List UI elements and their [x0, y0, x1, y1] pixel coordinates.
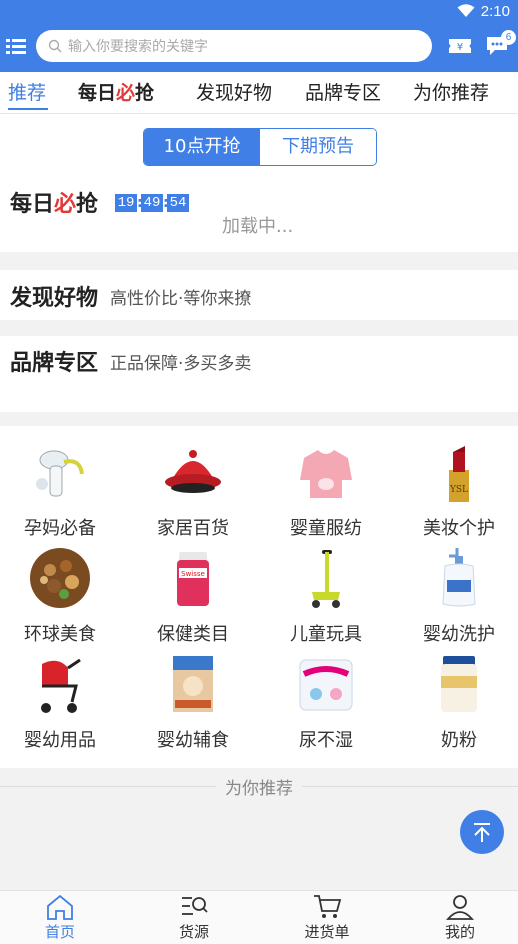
tab-brand[interactable]: 品牌专区 — [305, 78, 381, 105]
top-tabs: 推荐 每日必抢 发现好物 品牌专区 为你推荐 — [0, 72, 518, 114]
tab-daily-deals[interactable]: 每日必抢 — [78, 78, 154, 105]
toggle-preview-button[interactable]: 下期预告 — [260, 129, 376, 165]
active-tab-indicator — [8, 108, 48, 110]
tagine-pot-icon — [165, 450, 221, 493]
status-bar: 2:10 — [457, 0, 518, 22]
category-item[interactable]: 婴幼辅食 — [133, 642, 253, 751]
discover-section[interactable]: 发现好物 高性价比·等你来撩 — [0, 270, 518, 320]
category-grid: 孕妈必备 家居百货 婴童服纺 YSL 美妆个护 环球美食 Swisse 保健类目… — [0, 426, 518, 768]
category-item[interactable]: 婴幼用品 — [0, 642, 120, 751]
countdown-timer: 19 : 49 : 54 — [115, 194, 189, 212]
status-time: 2:10 — [480, 2, 510, 20]
back-to-top-button[interactable] — [460, 810, 504, 854]
search-icon — [48, 39, 62, 53]
category-item[interactable]: 尿不湿 — [266, 642, 386, 751]
coupon-icon[interactable]: ¥ — [448, 37, 472, 55]
nav-profile-label: 我的 — [444, 923, 475, 941]
tab-for-you[interactable]: 为你推荐 — [413, 78, 489, 105]
search-input[interactable]: 输入你要搜索的关键字 — [36, 30, 432, 62]
category-item[interactable]: YSL 美妆个护 — [399, 430, 518, 539]
daily-deals-section: 10点开抢 下期预告 每日必抢 19 : 49 : 54 加载中... — [0, 114, 518, 252]
category-label: 婴幼用品 — [24, 730, 96, 751]
brand-title: 品牌专区 — [10, 351, 99, 376]
category-item[interactable]: 婴童服纺 — [266, 430, 386, 539]
nav-source-label: 货源 — [178, 923, 209, 941]
countdown-hours: 19 — [115, 194, 137, 212]
milk-powder-can-icon — [441, 656, 477, 712]
brand-subtitle: 正品保障·多买多卖 — [110, 354, 252, 374]
nuts-bowl-icon — [30, 548, 90, 608]
daily-title-a: 每日 — [10, 192, 55, 217]
recommend-heading: 为你推荐 — [225, 779, 293, 799]
baby-bib-icon — [300, 450, 352, 498]
daily-deals-title: 每日必抢 — [10, 186, 98, 218]
lipstick-icon: YSL — [449, 446, 469, 502]
tab-daily-part3: 抢 — [135, 82, 155, 104]
countdown-minutes: 49 — [141, 194, 163, 212]
source-search-icon — [182, 897, 208, 915]
daily-title-b: 必 — [54, 192, 77, 217]
tab-daily-part2: 必 — [116, 82, 136, 104]
discover-subtitle: 高性价比·等你来撩 — [110, 289, 252, 309]
cereal-box-icon — [173, 656, 213, 712]
nav-source[interactable]: 货源 — [154, 891, 234, 944]
brand-section[interactable]: 品牌专区 正品保障·多买多卖 — [0, 336, 518, 412]
category-item[interactable]: 奶粉 — [399, 642, 518, 751]
toggle-now-button[interactable]: 10点开抢 — [144, 129, 260, 165]
app-header: 2:10 输入你要搜索的关键字 ¥ 6 — [0, 0, 518, 72]
deal-time-toggle: 10点开抢 下期预告 — [143, 128, 377, 166]
search-placeholder: 输入你要搜索的关键字 — [68, 39, 208, 55]
category-item[interactable]: 孕妈必备 — [0, 430, 120, 539]
category-label: 奶粉 — [441, 730, 477, 751]
message-badge: 6 — [501, 30, 516, 45]
home-icon — [47, 894, 73, 920]
category-item[interactable]: Swisse 保健类目 — [133, 536, 253, 645]
nav-profile[interactable]: 我的 — [420, 891, 500, 944]
svg-text:YSL: YSL — [449, 485, 468, 495]
nav-home-label: 首页 — [44, 923, 75, 941]
loading-text: 加载中... — [222, 216, 294, 237]
bottom-navigation: 首页 货源 进货单 我的 — [0, 890, 518, 944]
category-label: 尿不湿 — [299, 730, 353, 751]
discover-title: 发现好物 — [10, 286, 99, 311]
nav-cart-label: 进货单 — [304, 923, 350, 941]
category-item[interactable]: 家居百货 — [133, 430, 253, 539]
scooter-icon — [312, 550, 340, 608]
diaper-pack-icon — [299, 659, 353, 711]
nav-home[interactable]: 首页 — [20, 891, 100, 944]
svg-text:Swisse: Swisse — [181, 570, 205, 578]
nav-cart[interactable]: 进货单 — [287, 891, 367, 944]
category-label: 婴幼辅食 — [157, 730, 229, 751]
arrow-up-icon — [474, 823, 490, 842]
supplement-bottle-icon: Swisse — [177, 552, 209, 606]
tab-discover[interactable]: 发现好物 — [196, 78, 272, 105]
category-item[interactable]: 儿童玩具 — [266, 536, 386, 645]
svg-text:¥: ¥ — [457, 42, 463, 53]
category-item[interactable]: 婴幼洗护 — [399, 536, 518, 645]
stroller-icon — [41, 658, 81, 713]
profile-icon — [446, 895, 474, 920]
wifi-icon — [457, 4, 475, 17]
tab-recommend[interactable]: 推荐 — [8, 78, 46, 105]
lotion-bottle-icon — [442, 548, 476, 607]
cart-icon — [314, 895, 342, 918]
daily-title-c: 抢 — [76, 192, 99, 217]
breast-pump-icon — [36, 450, 84, 497]
category-menu-icon[interactable] — [6, 38, 26, 54]
countdown-seconds: 54 — [167, 194, 189, 212]
tab-daily-part1: 每日 — [78, 82, 117, 104]
category-item[interactable]: 环球美食 — [0, 536, 120, 645]
